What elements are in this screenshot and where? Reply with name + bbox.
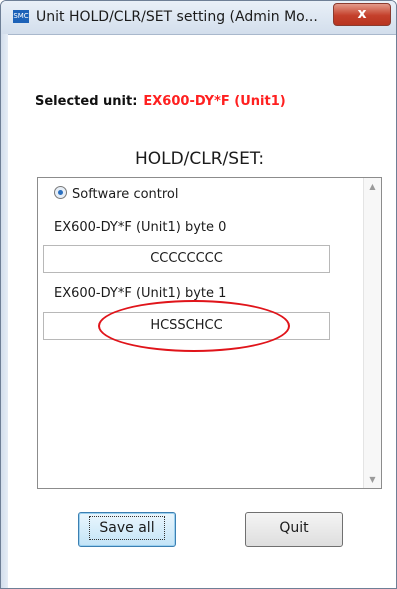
- window-title: Unit HOLD/CLR/SET setting (Admin Mo...: [36, 9, 318, 25]
- selected-unit-label: Selected unit:: [35, 94, 138, 109]
- close-icon: x: [357, 6, 367, 22]
- byte-1-label: EX600-DY*F (Unit1) byte 1: [54, 286, 227, 301]
- scroll-up-icon[interactable]: ▲: [364, 178, 381, 195]
- byte-1-field[interactable]: HCSSCHCC: [43, 312, 330, 340]
- window-frame: [1, 34, 8, 588]
- software-control-radio[interactable]: Software control: [54, 186, 179, 202]
- vertical-scrollbar[interactable]: ▲ ▼: [363, 178, 381, 488]
- quit-button[interactable]: Quit: [245, 512, 343, 547]
- radio-selected-icon[interactable]: [54, 186, 67, 199]
- title-bar[interactable]: SMC Unit HOLD/CLR/SET setting (Admin Mo.…: [1, 1, 396, 35]
- selected-unit: Selected unit: EX600-DY*F (Unit1): [35, 94, 286, 109]
- settings-panel: Software control EX600-DY*F (Unit1) byte…: [37, 177, 382, 489]
- software-control-label: Software control: [72, 187, 179, 202]
- dialog-window: SMC Unit HOLD/CLR/SET setting (Admin Mo.…: [0, 0, 397, 589]
- byte-0-label: EX600-DY*F (Unit1) byte 0: [54, 220, 227, 235]
- save-all-button[interactable]: Save all: [78, 512, 176, 547]
- scroll-down-icon[interactable]: ▼: [364, 471, 381, 488]
- section-title: HOLD/CLR/SET:: [134, 149, 265, 169]
- selected-unit-value: EX600-DY*F (Unit1): [143, 94, 286, 109]
- byte-0-field[interactable]: CCCCCCCC: [43, 245, 330, 273]
- save-all-label: Save all: [89, 516, 165, 540]
- app-icon: SMC: [13, 10, 29, 23]
- close-button[interactable]: x: [333, 3, 391, 26]
